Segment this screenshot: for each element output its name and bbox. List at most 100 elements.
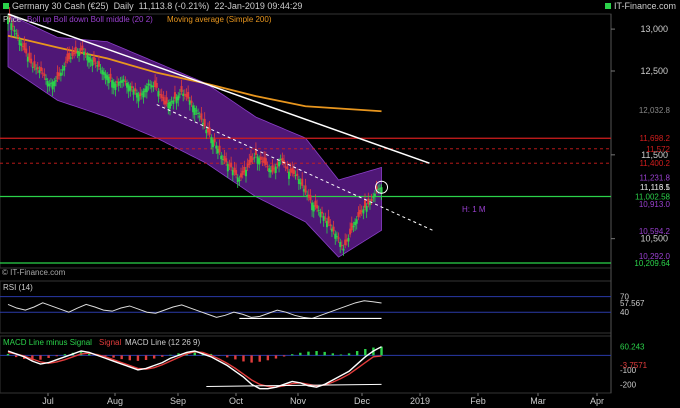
- price-tick-label: 13,000: [640, 24, 668, 34]
- price-level-label: 11,698.2: [639, 134, 670, 143]
- candle-body: [335, 236, 338, 238]
- rsi-panel-label: RSI (14): [3, 283, 33, 292]
- candle-body: [327, 216, 330, 224]
- candle-body: [25, 48, 28, 54]
- candle-body: [218, 145, 221, 153]
- price-level-label: 12,032.8: [639, 106, 671, 115]
- price-panel-label: Price: [3, 15, 22, 24]
- macd-tick-label: -200: [620, 380, 637, 389]
- macd-signal-legend: Signal: [99, 338, 121, 347]
- candle-body: [316, 205, 319, 209]
- candle-body: [266, 166, 269, 168]
- candle-body: [13, 29, 16, 32]
- candle-body: [41, 72, 44, 74]
- macd-histogram-bar: [364, 349, 367, 356]
- macd-histogram-bar: [47, 355, 50, 358]
- candle-body: [352, 226, 355, 228]
- candle-body: [324, 217, 327, 219]
- price-level-label: 10,594.2: [639, 227, 671, 236]
- candle-body: [165, 97, 168, 104]
- candle-body: [43, 73, 46, 77]
- candle-body: [238, 179, 241, 181]
- candle-body: [362, 209, 365, 214]
- candle-body: [203, 118, 206, 127]
- candle-body: [74, 46, 77, 54]
- candle-body: [220, 155, 223, 160]
- candle-body: [236, 177, 239, 183]
- month-tick-label: Aug: [107, 396, 123, 406]
- candle-body: [114, 83, 117, 90]
- candle-body: [81, 45, 84, 51]
- trading-chart[interactable]: 704057.567 -100-20060.243-3.7571 Jul Aug S…: [0, 0, 680, 408]
- candle-body: [245, 169, 247, 177]
- candle-body: [309, 195, 312, 201]
- candle-body: [15, 33, 18, 35]
- macd-divergence-line: [206, 383, 382, 387]
- rsi-line: [7, 300, 382, 319]
- candle-body: [365, 205, 368, 212]
- candle-body: [355, 219, 358, 224]
- candle-body: [337, 237, 340, 239]
- candle-body: [145, 86, 148, 93]
- macd-histogram-bar: [242, 355, 245, 362]
- macd-histogram-bar: [6, 353, 10, 356]
- rsi-tick-label: 40: [620, 308, 629, 317]
- candle-body: [286, 166, 289, 170]
- candle-body: [274, 166, 277, 173]
- candle-body: [99, 68, 102, 70]
- price-level-label: 11,113.5: [640, 183, 671, 192]
- macd-histogram-bar: [55, 355, 58, 357]
- candle-body: [45, 78, 48, 80]
- month-tick-label: Dec: [354, 396, 371, 406]
- candle-body: [53, 81, 56, 87]
- macd-value-label: 60.243: [620, 343, 645, 352]
- month-tick-label: Mar: [530, 396, 546, 406]
- macd-histogram-bar: [307, 351, 310, 356]
- candle-body: [20, 43, 23, 46]
- candle-body: [296, 173, 299, 176]
- month-tick-label: 2019: [410, 396, 430, 406]
- candle-body: [278, 161, 281, 167]
- macd-histogram-bar: [120, 355, 123, 360]
- macd-histogram-bar: [234, 355, 237, 360]
- candle-body: [193, 107, 196, 115]
- candle-body: [264, 158, 267, 165]
- candle-body: [178, 93, 181, 95]
- candle-body: [292, 169, 295, 175]
- macd-histogram-bar: [339, 354, 343, 356]
- candle-body: [54, 80, 57, 82]
- candle-body: [377, 189, 380, 191]
- macd-hist-legend: MACD Line minus Signal: [3, 338, 92, 347]
- macd-histogram-bar: [266, 355, 270, 361]
- candle-body: [187, 91, 190, 99]
- month-tick-label: Jul: [42, 396, 54, 406]
- macd-histogram-bar: [144, 355, 148, 360]
- candle-body: [40, 67, 43, 72]
- candle-body: [195, 110, 198, 112]
- candle-body: [124, 80, 127, 82]
- macd-histogram-bar: [161, 355, 164, 357]
- candle-body: [372, 197, 375, 199]
- copyright-text: © IT-Finance.com: [2, 268, 66, 277]
- candle-body: [373, 193, 376, 197]
- candle-body: [200, 113, 203, 120]
- candle-body: [259, 156, 262, 160]
- macd-histogram-bar: [152, 355, 156, 359]
- candle-body: [332, 226, 335, 232]
- macd-histogram-bar: [128, 355, 132, 361]
- macd-histogram-bar: [355, 351, 359, 356]
- bollinger-legend: Boll up Boll down Boll middle (20 2): [27, 15, 153, 24]
- candle-body: [69, 57, 72, 59]
- candle-body: [339, 242, 342, 247]
- candle-body: [168, 102, 171, 109]
- candle-body: [92, 57, 95, 62]
- month-tick-label: Oct: [229, 396, 244, 406]
- candle-body: [59, 72, 62, 76]
- candle-body: [304, 185, 307, 193]
- candle-body: [162, 96, 165, 102]
- candle-body: [230, 162, 233, 168]
- candle-body: [347, 238, 350, 242]
- ma-legend: Moving average (Simple 200): [167, 15, 272, 24]
- candle-body: [208, 127, 211, 135]
- candle-body: [109, 73, 112, 79]
